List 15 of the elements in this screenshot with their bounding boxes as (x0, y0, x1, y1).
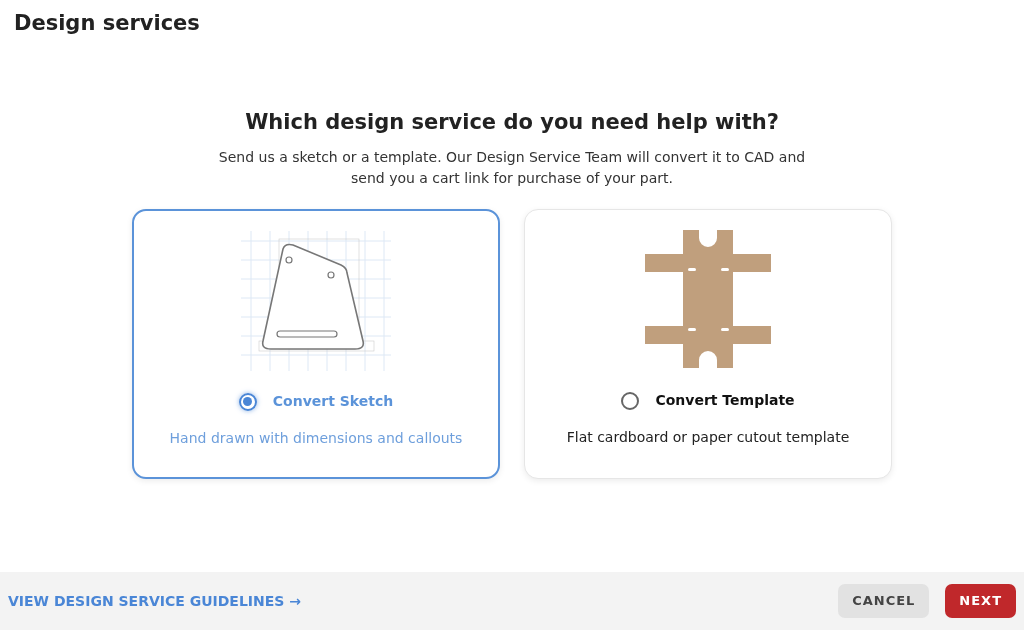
option-description: Hand drawn with dimensions and callouts (169, 429, 463, 449)
option-label: Convert Sketch (272, 392, 394, 412)
service-option-card[interactable]: Convert Sketch Hand drawn with dimensions and callouts (132, 209, 500, 480)
radio-button[interactable] (621, 391, 640, 410)
intro-text: Send us a sketch or a template. Our Design Service Team will convert it to CAD and (217, 148, 807, 168)
service-option-card[interactable]: Convert Template Flat cardboard or paper cutout template (524, 209, 892, 480)
question-heading: Which design service do you need help with? (244, 110, 780, 136)
radio-button[interactable] (238, 392, 257, 411)
option-label: Convert Template (655, 391, 795, 411)
page-title: Design services (13, 10, 201, 37)
option-description: Flat cardboard or paper cutout template (566, 428, 850, 448)
intro-text: send you a cart link for purchase of your part. (350, 169, 674, 189)
next-button[interactable]: NEXT (945, 584, 1016, 618)
cancel-button[interactable]: CANCEL (838, 584, 930, 618)
guidelines-link[interactable]: VIEW DESIGN SERVICE GUIDELINES → (8, 590, 301, 612)
